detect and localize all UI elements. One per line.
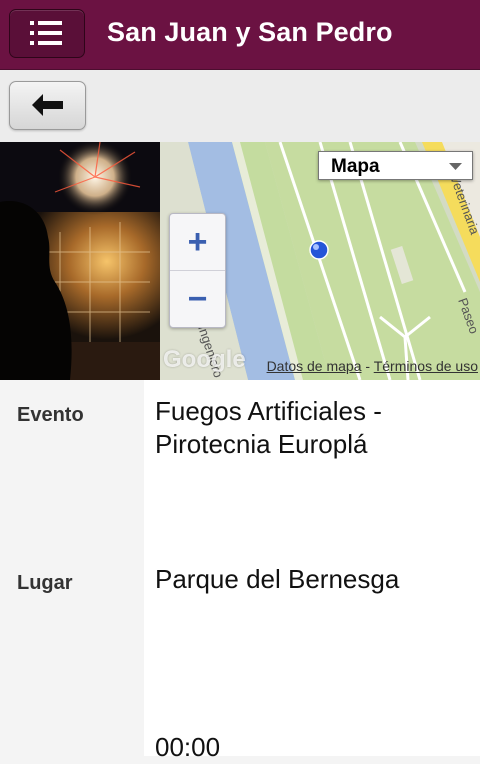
time-value: 00:00 [155,732,221,762]
event-photo [0,142,160,380]
terms-of-use-link[interactable]: Términos de uso [374,358,478,374]
location-marker-icon[interactable] [309,240,329,260]
place-value: Parque del Bernesga [155,564,400,594]
detail-row-event: Evento Fuegos Artificiales - Pirotecnia … [0,380,480,548]
detail-row-place: Lugar Parque del Bernesga [0,548,480,716]
app-bar: San Juan y San Pedro [0,0,480,70]
detail-row-time: 00:00 [0,716,480,762]
chevron-down-icon [449,163,462,170]
zoom-in-button[interactable]: + [170,214,225,271]
page-title: San Juan y San Pedro [107,17,393,47]
arrow-left-icon [32,94,63,116]
place-label: Lugar [17,572,73,594]
zoom-out-button[interactable]: − [170,271,225,327]
zoom-control: + − [169,213,226,328]
event-label: Evento [17,404,84,426]
toolbar [0,70,480,142]
map-type-label: Mapa [331,156,380,177]
menu-list-icon [30,21,62,45]
google-logo: Google [163,346,246,373]
event-value: Fuegos Artificiales - Pirotecnia Europlá [155,396,382,459]
event-details: Evento Fuegos Artificiales - Pirotecnia … [0,380,480,762]
menu-button[interactable] [9,9,85,58]
attribution-separator: - [361,358,374,374]
map-view[interactable]: Veterinaria Paseo Ingeniero Mapa + − Goo… [160,142,480,380]
map-type-select[interactable]: Mapa [318,151,473,180]
back-button[interactable] [9,81,86,130]
map-data-link[interactable]: Datos de mapa [267,358,362,374]
map-attribution: Datos de mapa - Términos de uso [267,358,478,374]
